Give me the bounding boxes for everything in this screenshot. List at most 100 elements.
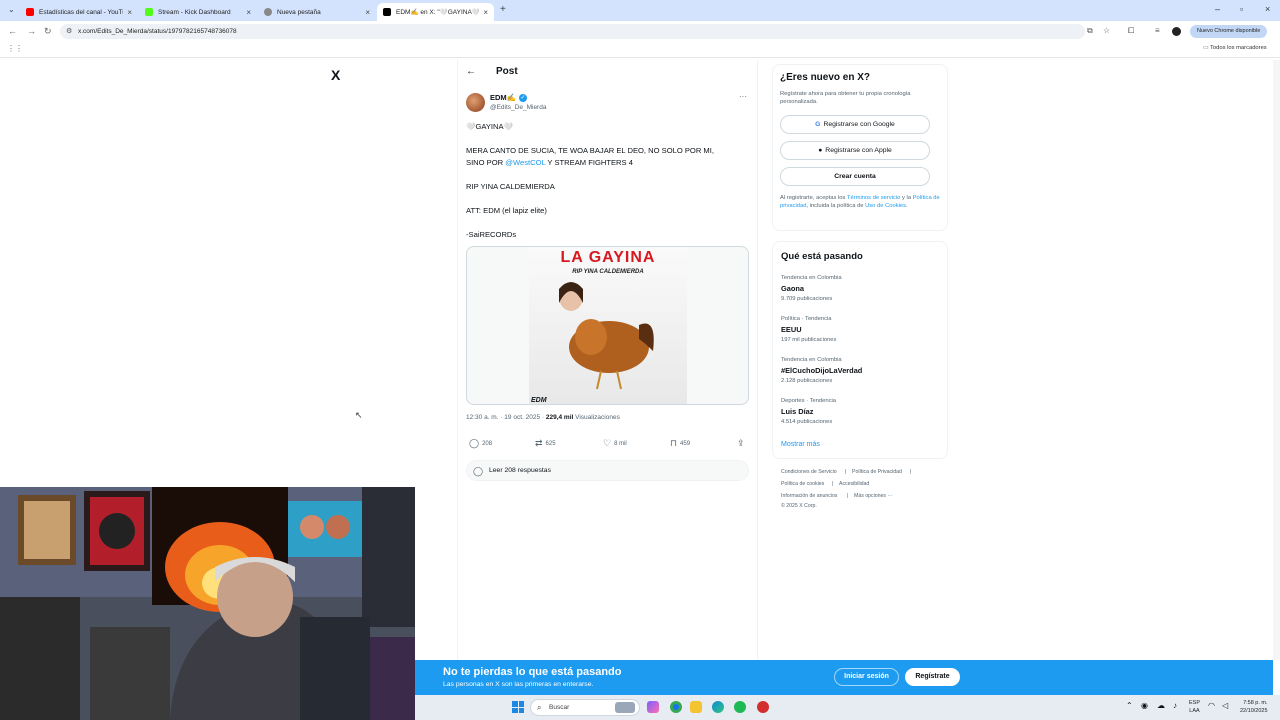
- wifi-icon[interactable]: ◠: [1208, 701, 1215, 710]
- windows-start-icon[interactable]: [512, 701, 524, 713]
- bookmark-button[interactable]: ⊓ 459: [670, 438, 690, 449]
- all-bookmarks[interactable]: ▭ Todos los marcadores: [1203, 45, 1267, 51]
- taskbar-search[interactable]: ⌕ Buscar: [530, 699, 640, 716]
- apps-icon[interactable]: ⋮⋮: [7, 44, 23, 53]
- trend-category: Tendencia en Colombia: [781, 275, 842, 281]
- tab-new-tab[interactable]: Nueva pestaña ×: [258, 3, 376, 21]
- file-explorer-icon[interactable]: [690, 701, 702, 713]
- mention-link[interactable]: @WestCOL: [505, 158, 545, 167]
- banner-title: No te pierdas lo que está pasando: [443, 666, 622, 678]
- trends-card: [772, 241, 948, 459]
- author-name[interactable]: EDM✍️: [490, 93, 516, 102]
- tab-youtube[interactable]: Estadísticas del canal - YouTube ×: [20, 3, 138, 21]
- webcam-scene: [0, 487, 415, 720]
- cookies-link[interactable]: Uso de Cookies: [865, 203, 906, 209]
- copilot-icon[interactable]: [647, 701, 659, 713]
- footer-accessibility-link[interactable]: Accesibilidad: [839, 481, 869, 487]
- page-title: Post: [496, 66, 518, 77]
- footer-divider: |: [845, 469, 847, 475]
- forward-icon[interactable]: →: [27, 26, 36, 36]
- close-icon[interactable]: ×: [127, 8, 132, 17]
- footer-divider: |: [847, 493, 849, 499]
- back-arrow-icon[interactable]: ←: [466, 66, 476, 77]
- repost-button[interactable]: ⇄ 625: [535, 438, 556, 449]
- bookmark-star-icon[interactable]: ☆: [1103, 26, 1110, 35]
- post-image[interactable]: LA GAYINA RIP YINA CALDEMIERDA EDM: [466, 246, 749, 405]
- reload-icon[interactable]: ↻: [44, 26, 52, 37]
- post-time[interactable]: 12:30 a. m. · 19 oct. 2025 ·: [466, 414, 546, 421]
- create-account-button[interactable]: Crear cuenta: [780, 167, 930, 186]
- terms-link[interactable]: Términos de servicio: [847, 195, 900, 201]
- back-icon[interactable]: ←: [8, 26, 17, 36]
- register-button[interactable]: Regístrate: [905, 668, 960, 686]
- author-avatar[interactable]: [466, 93, 485, 112]
- maximize-icon[interactable]: ▫: [1240, 4, 1243, 14]
- read-replies-button[interactable]: ◯ Leer 208 respuestas: [466, 460, 749, 481]
- heart-icon: ♡: [603, 438, 612, 448]
- trend-count: 4.514 publicaciones: [781, 419, 833, 425]
- page-scrollbar[interactable]: [1273, 60, 1280, 660]
- new-tab-button[interactable]: +: [500, 4, 506, 15]
- share-icon: ⇪: [737, 438, 745, 448]
- network-icon[interactable]: ◉: [1141, 701, 1148, 710]
- footer-ads-link[interactable]: Información de anuncios: [781, 493, 838, 499]
- cloud-icon[interactable]: ☁: [1157, 701, 1165, 710]
- x-logo[interactable]: X: [331, 67, 340, 83]
- share-button[interactable]: ⇪: [737, 438, 748, 449]
- close-icon[interactable]: ×: [483, 8, 488, 17]
- install-icon[interactable]: ⧉: [1087, 26, 1093, 36]
- close-icon[interactable]: ×: [246, 8, 251, 17]
- footer-privacy-link[interactable]: Política de Privacidad: [852, 469, 902, 475]
- volume-icon[interactable]: ◁: [1222, 701, 1228, 710]
- footer-terms-link[interactable]: Condiciones de Servicio: [781, 469, 837, 475]
- legal-text: y la: [900, 195, 913, 201]
- tray-chevron-icon[interactable]: ⌃: [1126, 701, 1133, 710]
- footer-more-link[interactable]: Más opciones ···: [854, 493, 893, 499]
- app-icon[interactable]: [757, 701, 769, 713]
- media-icon[interactable]: ≡: [1155, 26, 1160, 35]
- edge-icon[interactable]: [712, 701, 724, 713]
- reply-button[interactable]: ◯ 208: [469, 438, 492, 449]
- verified-badge-icon: ✓: [519, 94, 527, 102]
- close-icon[interactable]: ×: [365, 8, 370, 17]
- show-more-link[interactable]: Mostrar más: [781, 441, 820, 448]
- trend-item[interactable]: EEUU: [781, 325, 802, 334]
- google-signup-button[interactable]: G Registrarse con Google: [780, 115, 930, 134]
- profile-avatar[interactable]: [1172, 27, 1181, 36]
- post-text-line: 🤍GAYINA🤍: [466, 122, 514, 131]
- trend-count: 197 mil publicaciones: [781, 337, 837, 343]
- spotify-icon[interactable]: [734, 701, 746, 713]
- browser-tab-bar: ⌄ Estadísticas del canal - YouTube × Str…: [0, 0, 1280, 21]
- bookmarks-bar: ⋮⋮ ▭ Todos los marcadores: [0, 42, 1280, 58]
- trend-item[interactable]: Luis Díaz: [781, 407, 813, 416]
- minimize-icon[interactable]: –: [1215, 4, 1220, 14]
- search-widget-icon: [615, 702, 635, 713]
- trend-item[interactable]: #ElCuchoDijoLaVerdad: [781, 366, 862, 375]
- apple-signup-button[interactable]: ● Registrarse con Apple: [780, 141, 930, 160]
- trend-item[interactable]: Gaona: [781, 284, 804, 293]
- tab-x-post[interactable]: EDM✍️ en X: "🤍GAYINA🤍 | ×: [377, 3, 494, 21]
- chrome-update-chip[interactable]: Nuevo Chrome disponible: [1190, 25, 1268, 38]
- mic-icon[interactable]: ♪: [1173, 701, 1177, 710]
- footer-cookies-link[interactable]: Política de cookies: [781, 481, 824, 487]
- taskbar-clock[interactable]: 7:58 p. m. 22/10/2025: [1240, 699, 1268, 715]
- site-info-icon[interactable]: ⚙: [66, 24, 72, 39]
- language-indicator[interactable]: ESP LAA: [1189, 699, 1200, 715]
- extensions-icon[interactable]: ⧠: [1128, 26, 1134, 36]
- tab-kick[interactable]: Stream - Kick Dashboard ×: [139, 3, 257, 21]
- trend-category: Deportes · Tendencia: [781, 398, 836, 404]
- author-handle[interactable]: @Edits_De_Mierda: [490, 104, 546, 111]
- tab-search-icon[interactable]: ⌄: [8, 5, 15, 14]
- reply-count: 208: [482, 440, 493, 447]
- post-header: ← Post: [466, 66, 518, 77]
- more-options-icon[interactable]: ···: [739, 92, 747, 101]
- tab-title: Stream - Kick Dashboard: [158, 8, 231, 16]
- login-button[interactable]: Iniciar sesión: [834, 668, 899, 686]
- like-button[interactable]: ♡ 8 mil: [603, 438, 627, 449]
- tab-title: Estadísticas del canal - YouTube: [39, 8, 123, 16]
- chrome-app-icon[interactable]: [670, 701, 682, 713]
- url-bar[interactable]: ⚙ x.com/Edits_De_Mierda/status/197978216…: [60, 24, 1085, 39]
- lang-code: ESP: [1189, 700, 1201, 706]
- signup-subtitle: Regístrate ahora para obtener tu propia …: [780, 91, 911, 105]
- close-window-icon[interactable]: ×: [1265, 4, 1270, 14]
